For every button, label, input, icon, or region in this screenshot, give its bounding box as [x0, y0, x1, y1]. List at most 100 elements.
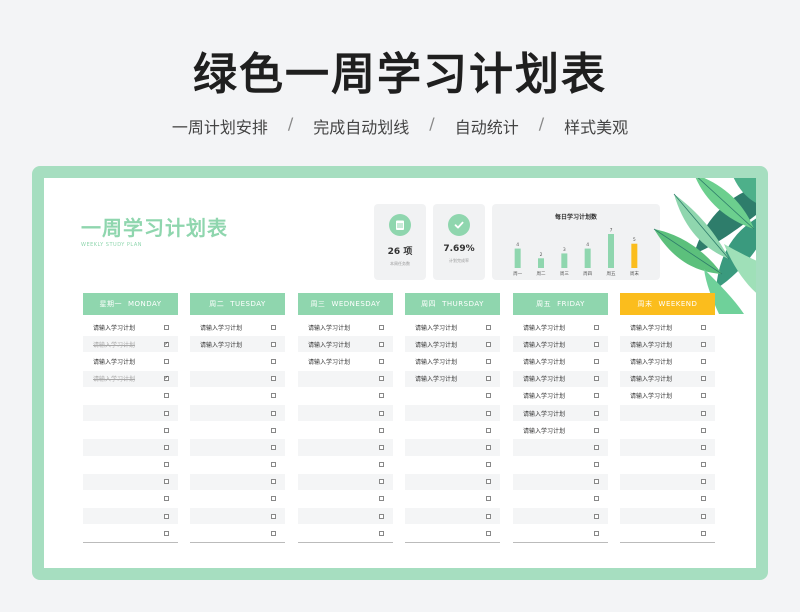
task-row[interactable]: 请输入学习计划	[620, 319, 715, 337]
checkbox[interactable]	[271, 530, 276, 536]
task-row[interactable]	[298, 508, 393, 526]
checkbox[interactable]	[701, 358, 706, 364]
task-row[interactable]	[190, 473, 285, 491]
task-row[interactable]	[405, 439, 500, 457]
checkbox[interactable]	[594, 376, 599, 382]
task-row[interactable]: 请输入学习计划	[513, 422, 608, 440]
checkbox[interactable]	[486, 341, 491, 347]
task-row[interactable]	[405, 525, 500, 543]
task-text[interactable]: 请输入学习计划	[415, 357, 457, 366]
task-row[interactable]: 请输入学习计划	[405, 353, 500, 371]
task-row[interactable]	[405, 473, 500, 491]
checkbox[interactable]	[701, 427, 706, 433]
checkbox[interactable]	[164, 427, 169, 433]
task-text[interactable]: 请输入学习计划	[415, 374, 457, 383]
task-row[interactable]	[405, 508, 500, 526]
task-row[interactable]	[190, 422, 285, 440]
checkbox[interactable]	[164, 324, 169, 330]
task-row[interactable]	[298, 439, 393, 457]
checkbox[interactable]	[379, 358, 384, 364]
checkbox[interactable]	[379, 479, 384, 485]
checkbox[interactable]	[486, 324, 491, 330]
task-row[interactable]	[298, 525, 393, 543]
task-row[interactable]	[298, 473, 393, 491]
checkbox[interactable]	[701, 444, 706, 450]
checkbox[interactable]	[379, 410, 384, 416]
checkbox[interactable]	[701, 496, 706, 502]
task-text[interactable]: 请输入学习计划	[630, 374, 672, 383]
task-row[interactable]: 请输入学习计划	[513, 353, 608, 371]
task-text[interactable]: 请输入学习计划	[93, 357, 135, 366]
task-row[interactable]	[190, 525, 285, 543]
checkbox[interactable]	[379, 530, 384, 536]
task-row[interactable]	[620, 508, 715, 526]
task-row[interactable]	[83, 508, 178, 526]
task-row[interactable]	[620, 491, 715, 509]
task-row[interactable]	[405, 404, 500, 423]
checkbox[interactable]	[271, 444, 276, 450]
checkbox[interactable]	[271, 341, 276, 347]
checkbox[interactable]	[486, 427, 491, 433]
checkbox[interactable]	[379, 341, 384, 347]
checkbox[interactable]	[271, 513, 276, 519]
checkbox[interactable]	[271, 393, 276, 399]
task-row[interactable]	[298, 422, 393, 440]
checkbox[interactable]	[594, 358, 599, 364]
task-row[interactable]	[83, 404, 178, 423]
task-text[interactable]: 请输入学习计划	[308, 323, 350, 332]
checkbox[interactable]	[701, 513, 706, 519]
task-row[interactable]: 请输入学习计划	[513, 336, 608, 354]
checkbox[interactable]	[486, 496, 491, 502]
task-text[interactable]: 请输入学习计划	[523, 340, 565, 349]
checkbox[interactable]	[486, 444, 491, 450]
checkbox[interactable]	[164, 358, 169, 364]
checkbox[interactable]	[701, 462, 706, 468]
checkbox[interactable]	[594, 444, 599, 450]
task-row[interactable]: 请输入学习计划	[513, 370, 608, 388]
task-text[interactable]: 请输入学习计划	[630, 391, 672, 400]
checkbox[interactable]	[594, 427, 599, 433]
task-row[interactable]	[190, 404, 285, 423]
task-row[interactable]: 请输入学习计划	[620, 353, 715, 371]
task-row[interactable]	[190, 457, 285, 474]
task-row[interactable]: 请输入学习计划	[83, 353, 178, 371]
task-row[interactable]	[513, 473, 608, 491]
task-row[interactable]	[513, 508, 608, 526]
task-row[interactable]: 请输入学习计划	[83, 319, 178, 337]
checkbox[interactable]	[486, 358, 491, 364]
task-row[interactable]: 请输入学习计划	[298, 353, 393, 371]
task-row[interactable]	[190, 491, 285, 509]
task-text[interactable]: 请输入学习计划	[630, 340, 672, 349]
checkbox[interactable]	[271, 358, 276, 364]
checkbox[interactable]	[379, 496, 384, 502]
checkbox[interactable]	[164, 410, 169, 416]
checkbox[interactable]	[271, 427, 276, 433]
task-row[interactable]: 请输入学习计划	[405, 370, 500, 388]
checkbox[interactable]	[164, 513, 169, 519]
checkbox[interactable]	[486, 530, 491, 536]
checkbox[interactable]	[594, 462, 599, 468]
checkbox[interactable]	[164, 444, 169, 450]
task-row[interactable]	[83, 525, 178, 543]
task-row[interactable]	[620, 457, 715, 474]
task-row[interactable]: 请输入学习计划	[298, 319, 393, 337]
checkbox[interactable]	[594, 324, 599, 330]
task-row[interactable]	[620, 404, 715, 423]
task-row[interactable]	[513, 491, 608, 509]
task-row[interactable]	[190, 388, 285, 405]
task-row[interactable]	[83, 457, 178, 474]
task-row[interactable]: 请输入学习计划	[405, 336, 500, 354]
task-text[interactable]: 请输入学习计划	[415, 323, 457, 332]
task-text[interactable]: 请输入学习计划	[200, 340, 242, 349]
task-row[interactable]: 请输入学习计划 ✓	[83, 336, 178, 354]
checkbox[interactable]	[701, 341, 706, 347]
task-row[interactable]	[298, 457, 393, 474]
checkbox[interactable]	[594, 513, 599, 519]
checkbox[interactable]	[164, 479, 169, 485]
checkbox[interactable]	[379, 376, 384, 382]
checkbox[interactable]	[271, 324, 276, 330]
task-text[interactable]: 请输入学习计划	[308, 340, 350, 349]
checkbox[interactable]	[594, 341, 599, 347]
task-row[interactable]	[405, 491, 500, 509]
checkbox[interactable]	[164, 496, 169, 502]
